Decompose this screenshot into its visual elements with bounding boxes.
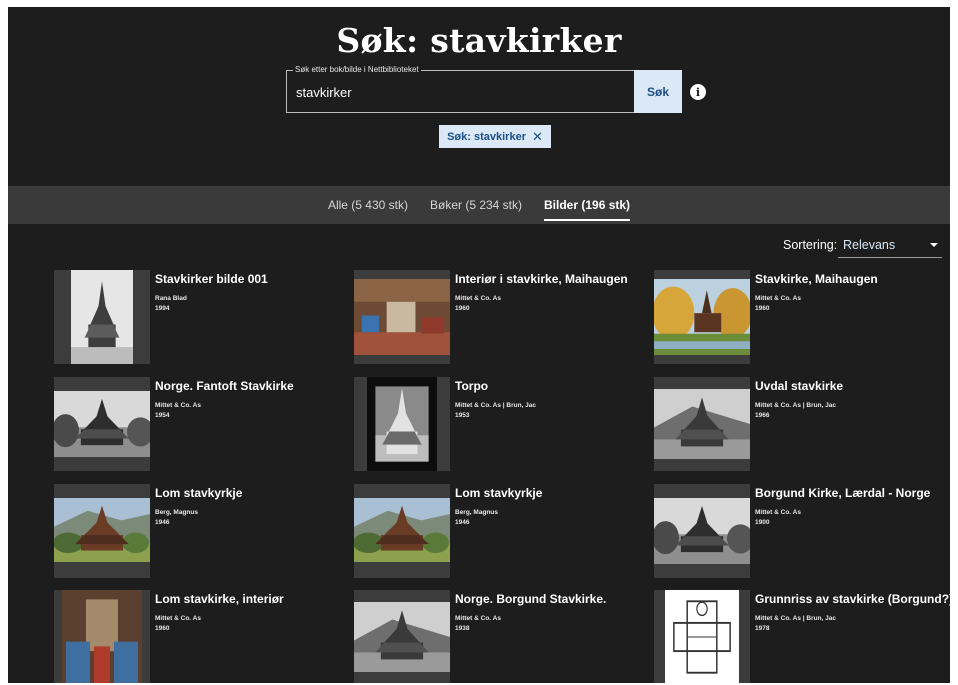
result-card[interactable]: Interiør i stavkirke, Maihaugen Mittet & …: [354, 270, 644, 370]
page-title: Søk: stavkirker: [336, 21, 622, 60]
thumbnail-image: [354, 602, 450, 672]
thumbnail-image: [54, 391, 150, 457]
result-card[interactable]: Stavkirke, Maihaugen Mittet & Co. As 1960: [654, 270, 944, 370]
result-year: 1960: [155, 625, 170, 632]
sort-value: Relevans: [843, 238, 896, 252]
result-thumbnail[interactable]: [354, 377, 450, 471]
search-input[interactable]: [296, 82, 616, 102]
result-author: Mittet & Co. As: [755, 295, 801, 302]
result-year: 1966: [755, 412, 770, 419]
result-title[interactable]: Lom stavkyrkje: [455, 486, 542, 500]
result-author: Berg, Magnus: [155, 509, 198, 516]
thumbnail-image: [354, 498, 450, 562]
result-year: 1960: [455, 305, 470, 312]
search-field[interactable]: Søk etter bok/bilde i Nettbiblioteket: [286, 65, 634, 113]
result-author: Rana Blad: [155, 295, 187, 302]
app-frame: Søk: stavkirker Søk etter bok/bilde i Ne…: [8, 7, 950, 683]
result-year: 1938: [455, 625, 470, 632]
result-thumbnail[interactable]: [54, 590, 150, 683]
thumbnail-image: [71, 270, 133, 364]
result-title[interactable]: Lom stavkirke, interiør: [155, 592, 284, 606]
result-title[interactable]: Interiør i stavkirke, Maihaugen: [455, 272, 628, 286]
search-field-legend: Søk etter bok/bilde i Nettbiblioteket: [293, 65, 421, 75]
result-card[interactable]: Borgund Kirke, Lærdal - Norge Mittet & Co…: [654, 484, 944, 584]
sort-label: Sortering:: [783, 238, 838, 252]
result-card[interactable]: Lom stavkyrkje Berg, Magnus 1946: [54, 484, 344, 584]
thumbnail-image: [367, 377, 437, 471]
result-year: 1978: [755, 625, 770, 632]
thumbnail-image: [654, 498, 750, 564]
thumbnail-image: [654, 279, 750, 355]
thumbnail-image: [62, 590, 142, 683]
result-author: Mittet & Co. As | Brun, Jac: [755, 615, 837, 622]
result-title[interactable]: Stavkirker bilde 001: [155, 272, 268, 286]
tab-bilder[interactable]: Bilder (196 stk): [533, 186, 641, 224]
result-thumbnail[interactable]: [654, 270, 750, 364]
result-author: Mittet & Co. As | Brun, Jac: [755, 402, 837, 409]
result-thumbnail[interactable]: [54, 377, 150, 471]
search-button[interactable]: Søk: [634, 70, 682, 113]
result-thumbnail[interactable]: [54, 270, 150, 364]
result-title[interactable]: Borgund Kirke, Lærdal - Norge: [755, 486, 930, 500]
result-thumbnail[interactable]: [354, 590, 450, 683]
tab-boker[interactable]: Bøker (5 234 stk): [419, 186, 533, 224]
result-year: 1960: [755, 305, 770, 312]
result-year: 1994: [155, 305, 170, 312]
result-author: Mittet & Co. As: [155, 615, 201, 622]
result-card[interactable]: Norge. Borgund Stavkirke. Mittet & Co. As…: [354, 590, 644, 683]
result-title[interactable]: Stavkirke, Maihaugen: [755, 272, 878, 286]
result-thumbnail[interactable]: [654, 377, 750, 471]
result-year: 1946: [455, 519, 470, 526]
result-title[interactable]: Uvdal stavkirke: [755, 379, 843, 393]
result-year: 1946: [155, 519, 170, 526]
tab-alle[interactable]: Alle (5 430 stk): [317, 186, 419, 224]
result-thumbnail[interactable]: [354, 484, 450, 578]
result-author: Berg, Magnus: [455, 509, 498, 516]
active-filter-label: Søk: stavkirker: [447, 130, 526, 143]
sort-dropdown[interactable]: Relevans: [838, 233, 942, 258]
result-year: 1953: [455, 412, 470, 419]
result-card[interactable]: Uvdal stavkirke Mittet & Co. As | Brun, J…: [654, 377, 944, 477]
result-year: 1954: [155, 412, 170, 419]
result-author: Mittet & Co. As: [155, 402, 201, 409]
thumbnail-image: [665, 590, 739, 683]
result-card[interactable]: Stavkirker bilde 001 Rana Blad 1994: [54, 270, 344, 370]
result-card[interactable]: Grunnriss av stavkirke (Borgund?) Mittet …: [654, 590, 950, 683]
close-icon[interactable]: ✕: [532, 129, 543, 145]
caret-down-icon: [930, 243, 938, 247]
result-card[interactable]: Norge. Fantoft Stavkirke Mittet & Co. As 1…: [54, 377, 344, 477]
result-thumbnail[interactable]: [654, 484, 750, 578]
result-author: Mittet & Co. As: [455, 295, 501, 302]
result-author: Mittet & Co. As: [755, 509, 801, 516]
result-card[interactable]: Lom stavkirke, interiør Mittet & Co. As 19…: [54, 590, 344, 683]
result-title[interactable]: Grunnriss av stavkirke (Borgund?): [755, 592, 950, 606]
result-year: 1900: [755, 519, 770, 526]
result-tabs: Alle (5 430 stk) Bøker (5 234 stk) Bilde…: [8, 186, 950, 224]
result-author: Mittet & Co. As: [455, 615, 501, 622]
active-filter-chip[interactable]: Søk: stavkirker ✕: [439, 125, 551, 148]
result-card[interactable]: Torpo Mittet & Co. As | Brun, Jac 1953: [354, 377, 644, 477]
info-icon[interactable]: i: [690, 84, 706, 100]
result-thumbnail[interactable]: [354, 270, 450, 364]
thumbnail-image: [354, 279, 450, 355]
result-author: Mittet & Co. As | Brun, Jac: [455, 402, 537, 409]
result-title[interactable]: Norge. Fantoft Stavkirke: [155, 379, 294, 393]
result-title[interactable]: Norge. Borgund Stavkirke.: [455, 592, 606, 606]
thumbnail-image: [654, 389, 750, 459]
result-thumbnail[interactable]: [654, 590, 750, 683]
result-title[interactable]: Lom stavkyrkje: [155, 486, 242, 500]
result-card[interactable]: Lom stavkyrkje Berg, Magnus 1946: [354, 484, 644, 584]
result-thumbnail[interactable]: [54, 484, 150, 578]
result-title[interactable]: Torpo: [455, 379, 488, 393]
thumbnail-image: [54, 498, 150, 562]
